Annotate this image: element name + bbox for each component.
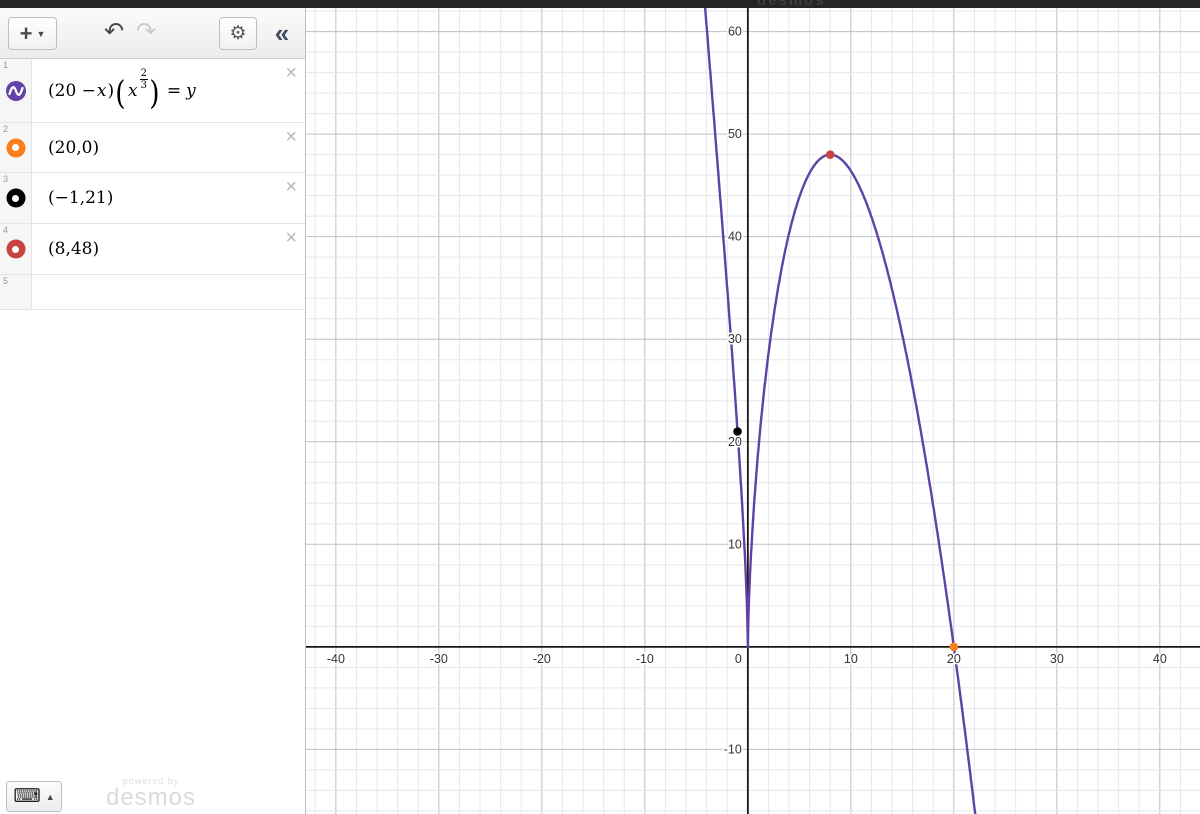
graph-settings-button[interactable]: ⚙ <box>219 17 257 50</box>
svg-text:20: 20 <box>728 435 742 449</box>
expression-sidebar: + ▼ ↶ ↷ ⚙ « 1 (20 − x) (x 2 3) = y × … <box>0 8 306 814</box>
row-gutter: 3 <box>0 173 32 223</box>
point-style-icon[interactable] <box>6 138 25 157</box>
close-icon[interactable]: × <box>285 226 297 250</box>
expression-input[interactable]: (20,0) <box>33 123 279 172</box>
row-number: 4 <box>3 225 9 235</box>
close-icon[interactable]: × <box>285 175 297 199</box>
point-style-icon[interactable] <box>6 239 25 259</box>
svg-text:-10: -10 <box>636 652 654 666</box>
top-header-bar: desmos <box>0 0 1200 8</box>
svg-text:-10: -10 <box>724 742 742 756</box>
show-keyboard-button[interactable]: ⌨ ▲ <box>6 781 62 812</box>
graph-svg[interactable]: -40 -30 -20 -10 0 10 20 30 40 60 50 40 30 20 10 -10 <box>306 0 1200 814</box>
expression-toolbar: + ▼ ↶ ↷ ⚙ « <box>0 8 305 59</box>
desmos-watermark: powered by desmos <box>96 777 206 810</box>
triangle-up-icon: ▲ <box>45 791 55 802</box>
fraction-exponent: 2 3 <box>139 68 148 91</box>
redo-icon[interactable]: ↷ <box>136 18 156 46</box>
powered-by-text: powered by <box>122 776 180 786</box>
point-coordinates: (20,0) <box>48 137 100 158</box>
expression-row-2[interactable]: 2 (20,0) × <box>0 123 305 173</box>
math-var: y <box>186 80 196 101</box>
add-expression-button[interactable]: + ▼ <box>8 17 57 50</box>
dot-hole <box>12 194 19 202</box>
point-coordinates: (8,48) <box>48 239 100 259</box>
close-icon[interactable]: × <box>285 61 297 85</box>
expression-row-4[interactable]: 4 (8,48) × <box>0 224 305 275</box>
point-style-icon[interactable] <box>6 188 25 208</box>
desmos-app: desmos + ▼ ↶ ↷ ⚙ « 1 <box>0 0 1200 814</box>
svg-text:0: 0 <box>735 652 742 666</box>
svg-text:30: 30 <box>728 332 742 346</box>
point-coordinates: (−1,21) <box>48 188 114 208</box>
desmos-wordmark: desmos <box>757 0 826 8</box>
curve-style-icon[interactable] <box>5 80 26 101</box>
row-number: 5 <box>3 276 9 286</box>
row-gutter: 2 <box>0 123 32 172</box>
gear-icon: ⚙ <box>229 23 247 44</box>
svg-text:10: 10 <box>844 652 858 666</box>
svg-text:20: 20 <box>947 652 961 666</box>
math-text: (20 − <box>48 80 96 101</box>
row-number: 1 <box>3 60 9 70</box>
keyboard-icon: ⌨ <box>13 786 41 807</box>
svg-text:60: 60 <box>728 25 742 39</box>
svg-text:40: 40 <box>728 230 742 244</box>
row-gutter: 1 <box>0 59 32 122</box>
row-gutter: 5 <box>0 275 32 309</box>
svg-text:10: 10 <box>728 537 742 551</box>
expression-input[interactable]: (−1,21) <box>33 173 279 223</box>
row-number: 3 <box>3 174 9 184</box>
expression-row-3[interactable]: 3 (−1,21) × <box>0 173 305 224</box>
svg-text:30: 30 <box>1050 652 1064 666</box>
expression-input[interactable] <box>33 275 279 309</box>
expression-input[interactable]: (20 − x ) ( x 2 3 ) = y <box>33 59 279 122</box>
undo-icon[interactable]: ↶ <box>104 18 124 46</box>
desmos-logo-text: desmos <box>105 784 197 811</box>
chevron-down-icon: ▼ <box>36 28 46 39</box>
dot-hole <box>12 144 19 151</box>
sine-curve-glyph <box>7 85 24 96</box>
double-chevron-left-icon: « <box>274 18 290 48</box>
math-text: ) <box>107 80 115 101</box>
expression-row-1[interactable]: 1 (20 − x ) ( x 2 3 ) = y × <box>0 59 305 123</box>
svg-text:-40: -40 <box>327 652 345 666</box>
dot-hole <box>12 245 19 253</box>
svg-text:50: 50 <box>728 127 742 141</box>
close-icon[interactable]: × <box>285 125 297 149</box>
plus-icon: + <box>19 20 33 46</box>
row-gutter: 4 <box>0 224 32 274</box>
svg-text:-30: -30 <box>430 652 448 666</box>
math-text: = <box>166 80 182 101</box>
collapse-sidebar-button[interactable]: « <box>263 17 301 50</box>
row-number: 2 <box>3 124 9 134</box>
math-var: x <box>96 80 107 101</box>
expression-input[interactable]: (8,48) <box>33 224 279 274</box>
expression-row-5[interactable]: 5 <box>0 275 305 310</box>
svg-text:40: 40 <box>1153 652 1167 666</box>
math-var: x <box>128 80 138 101</box>
fraction-numerator: 2 <box>139 68 148 80</box>
graph-paper[interactable]: -40 -30 -20 -10 0 10 20 30 40 60 50 40 30 20 10 -10 <box>306 0 1200 814</box>
svg-text:-20: -20 <box>533 652 551 666</box>
fraction-denominator: 3 <box>140 80 147 91</box>
